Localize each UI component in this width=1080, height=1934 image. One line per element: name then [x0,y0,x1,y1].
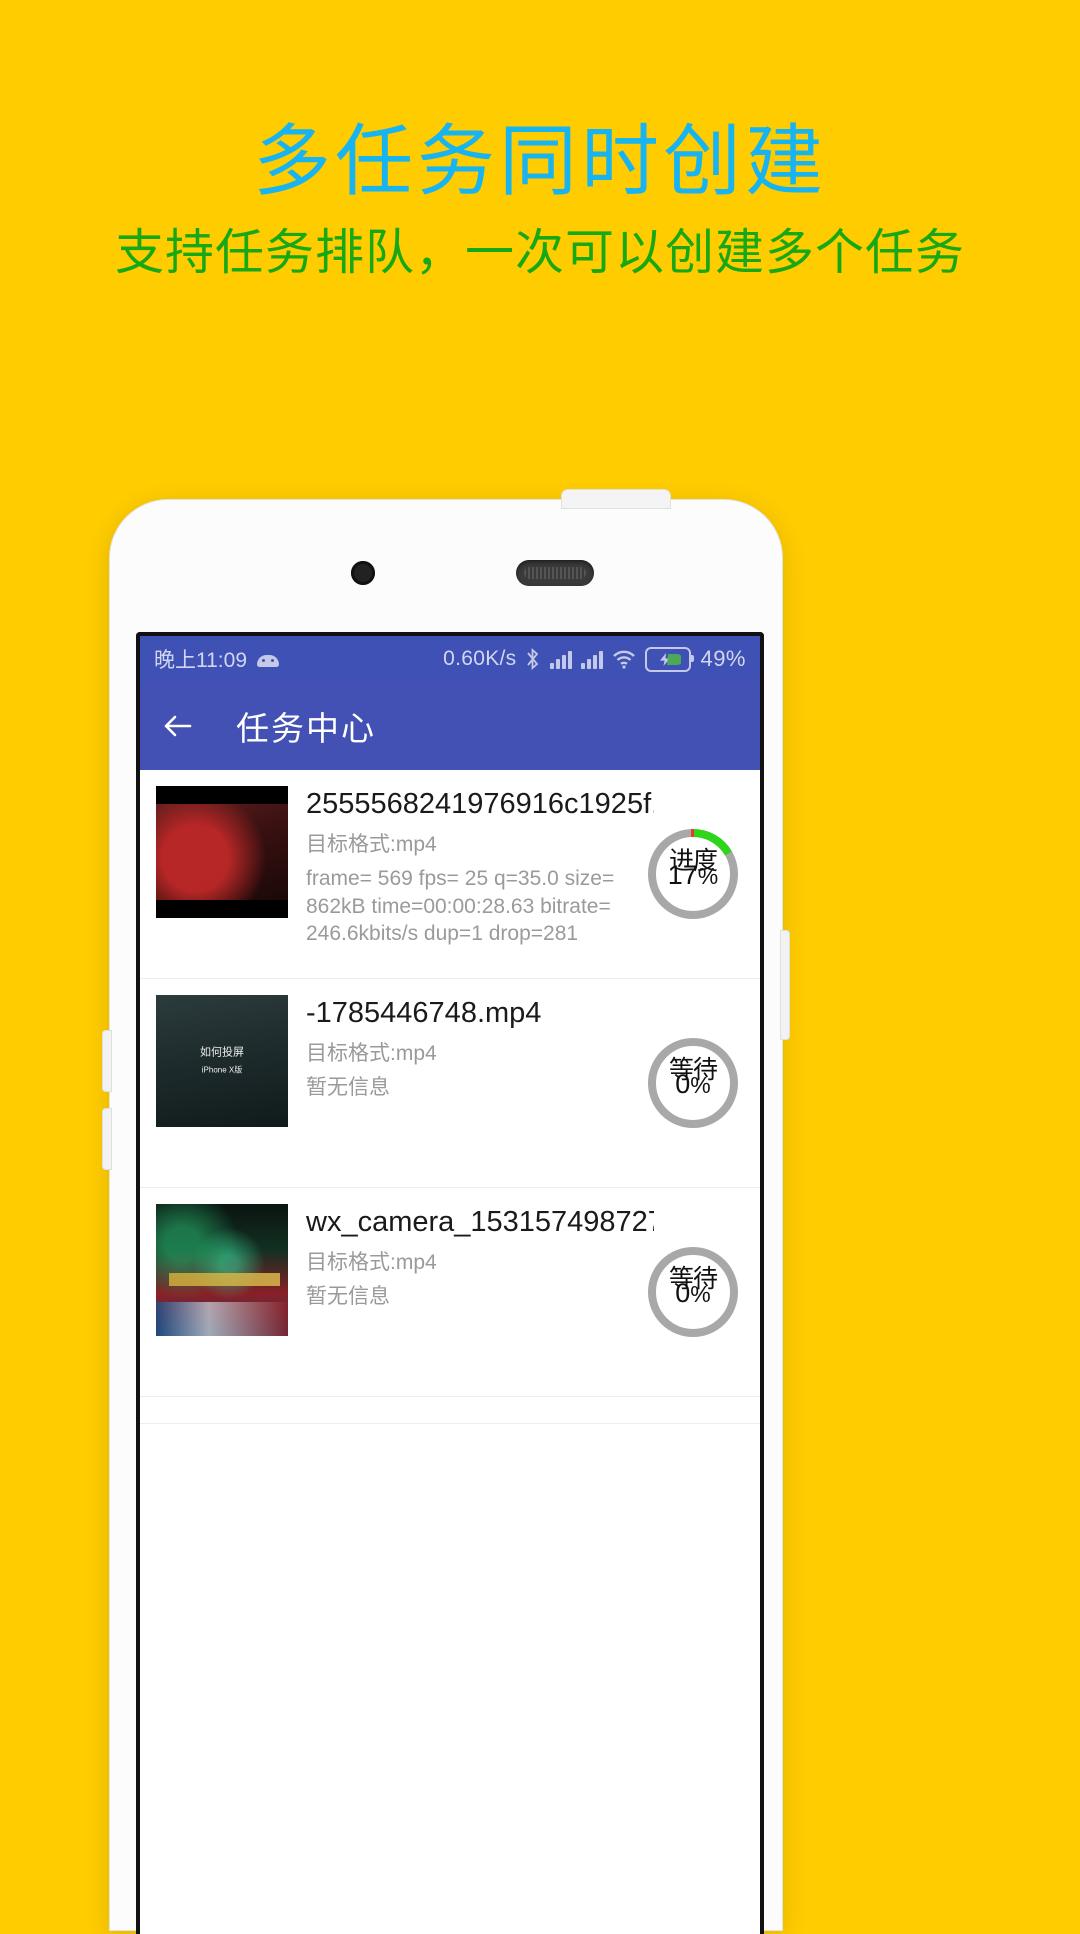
wifi-icon [612,650,636,669]
status-bar: 晚上11:09 0.60K/s 49% [140,636,760,682]
task-target-format: 目标格式:mp4 [306,833,437,856]
task-log-text: frame= 569 fps= 25 q=35.0 size= 862kB ti… [306,867,615,946]
phone-mockup: 晚上11:09 0.60K/s 49% 任务中心 255556824197691… [102,490,790,1934]
android-robot-icon [257,652,279,667]
status-time: 晚上11:09 [154,649,247,672]
video-thumbnail [156,1204,288,1336]
battery-percent-text: 49% [700,646,746,671]
table-row[interactable]: 如何投屏 iPhone X版 -1785446748.mp4 目标格式:mp4 暂… [140,979,760,1188]
phone-top-nub [562,490,670,508]
video-thumbnail: 如何投屏 iPhone X版 [156,995,288,1127]
back-arrow-icon[interactable] [158,706,198,746]
task-filename: wx_camera_153157498727.. [306,1206,654,1238]
device-screen: 晚上11:09 0.60K/s 49% 任务中心 255556824197691… [136,632,764,1934]
promo-title: 多任务同时创建 [252,117,827,205]
promo-subtitle: 支持任务排队，一次可以创建多个任务 [114,226,965,281]
table-row[interactable]: 2555568241976916c1925f.. 目标格式:mp4 frame=… [140,770,760,979]
progress-percent: 17% [667,860,719,890]
front-camera-icon [351,561,375,585]
task-filename: -1785446748.mp4 [306,997,542,1029]
power-button[interactable] [780,930,790,1040]
task-list: 2555568241976916c1925f.. 目标格式:mp4 frame=… [140,770,760,1934]
thumbnail-caption: 如何投屏 iPhone X版 [200,1046,244,1075]
volume-down-button[interactable] [102,1108,112,1170]
progress-percent: 0% [675,1069,711,1099]
progress-ring[interactable]: 等待 0% [644,1243,742,1341]
progress-percent: 0% [675,1278,711,1308]
bluetooth-icon [525,648,541,670]
task-log-text: 暂无信息 [306,1076,390,1099]
network-speed-text: 0.60K/s [443,647,517,670]
video-thumbnail [156,786,288,918]
volume-up-button[interactable] [102,1030,112,1092]
app-bar: 任务中心 [140,682,760,770]
table-row[interactable]: wx_camera_153157498727.. 目标格式:mp4 暂无信息 等… [140,1188,760,1397]
task-filename: 2555568241976916c1925f.. [306,788,654,820]
progress-ring[interactable]: 等待 0% [644,1034,742,1132]
task-target-format: 目标格式:mp4 [306,1042,437,1065]
signal-bars-icon-sim2 [581,649,604,669]
list-bottom-divider [140,1397,760,1424]
signal-bars-icon-sim1 [550,649,573,669]
task-target-format: 目标格式:mp4 [306,1251,437,1274]
battery-charging-icon [645,646,695,672]
earpiece-speaker [516,560,594,586]
promo-block: 多任务同时创建 支持任务排队，一次可以创建多个任务 [0,0,1080,281]
task-log-text: 暂无信息 [306,1285,390,1308]
progress-ring[interactable]: 进度 17% [644,825,742,923]
list-empty-area [140,1424,760,1934]
page-title: 任务中心 [236,710,376,747]
